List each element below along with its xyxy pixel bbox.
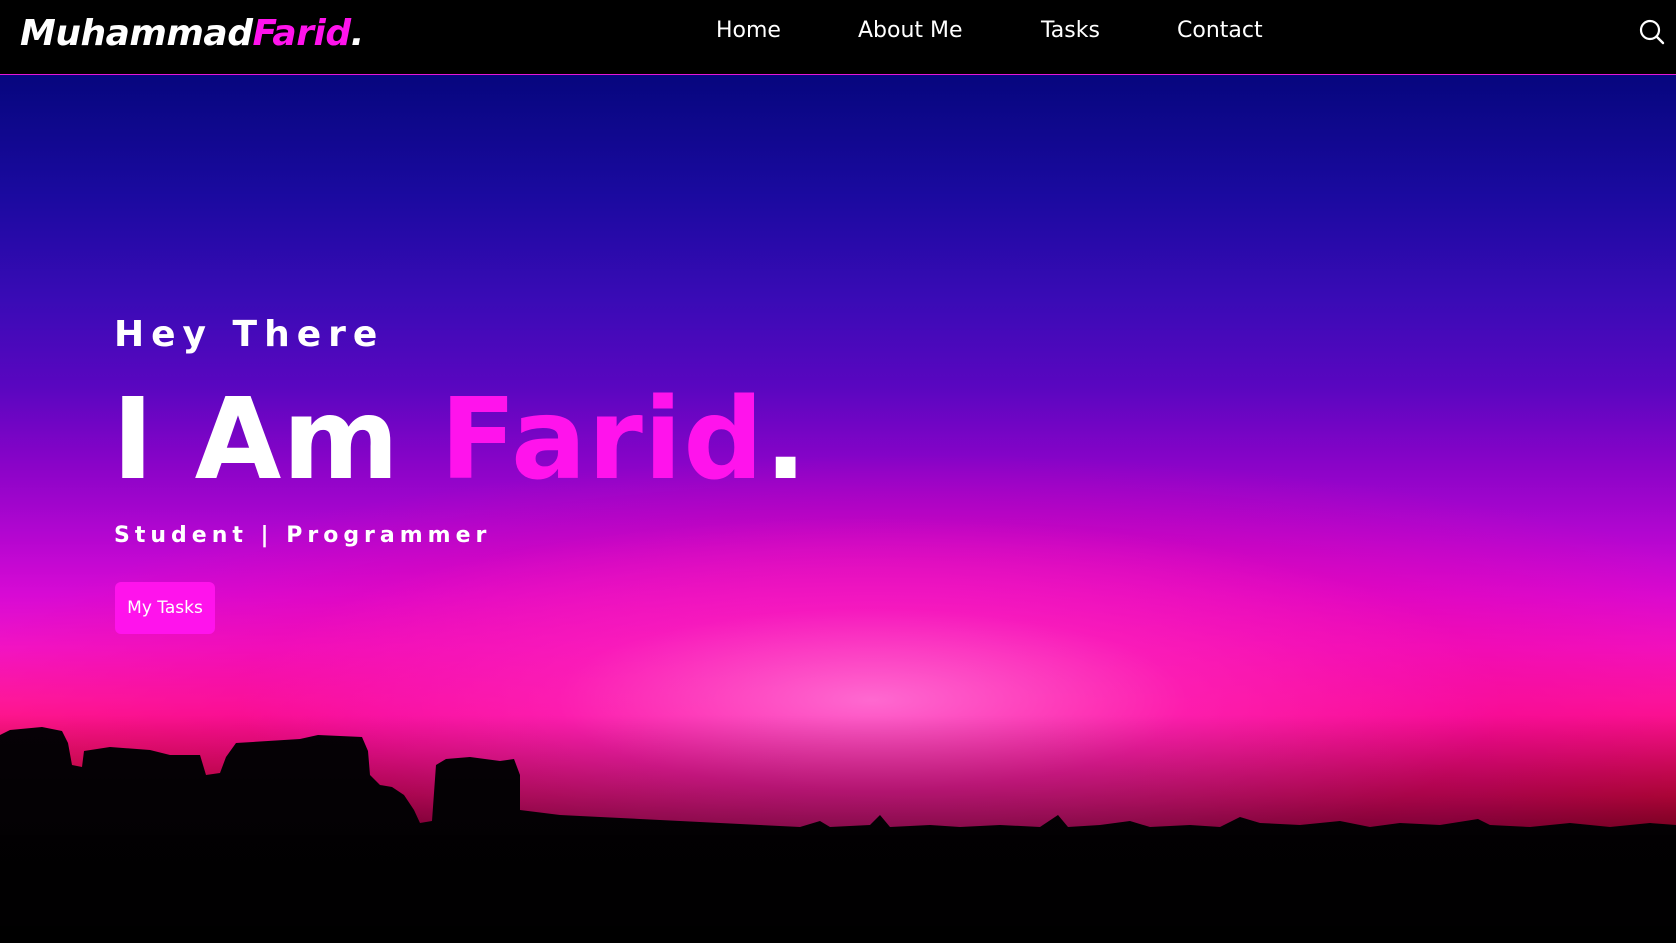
- my-tasks-button[interactable]: My Tasks: [115, 582, 215, 634]
- hero-title-dot: .: [764, 375, 808, 505]
- hero-greeting: Hey There: [114, 314, 385, 355]
- nav-link-about-me[interactable]: About Me: [858, 16, 963, 46]
- nav-link-home[interactable]: Home: [716, 16, 781, 46]
- page: MuhammadFarid. Home About Me Tasks Conta…: [0, 0, 1676, 943]
- main-nav: Home About Me Tasks Contact: [0, 0, 1676, 64]
- nav-link-tasks[interactable]: Tasks: [1041, 16, 1100, 46]
- hero-title: I Am Farid.: [112, 375, 808, 505]
- city-skyline-silhouette: [0, 715, 1676, 943]
- hero-section: Hey There I Am Farid. Student | Programm…: [0, 75, 1676, 943]
- search-icon: [1639, 19, 1665, 45]
- nav-link-contact[interactable]: Contact: [1177, 16, 1263, 46]
- hero-title-prefix: I Am: [112, 375, 441, 505]
- hero-title-name: Farid: [440, 375, 765, 505]
- search-button[interactable]: [1638, 18, 1666, 46]
- navbar: MuhammadFarid. Home About Me Tasks Conta…: [0, 0, 1676, 75]
- hero-subtitle: Student | Programmer: [114, 523, 492, 548]
